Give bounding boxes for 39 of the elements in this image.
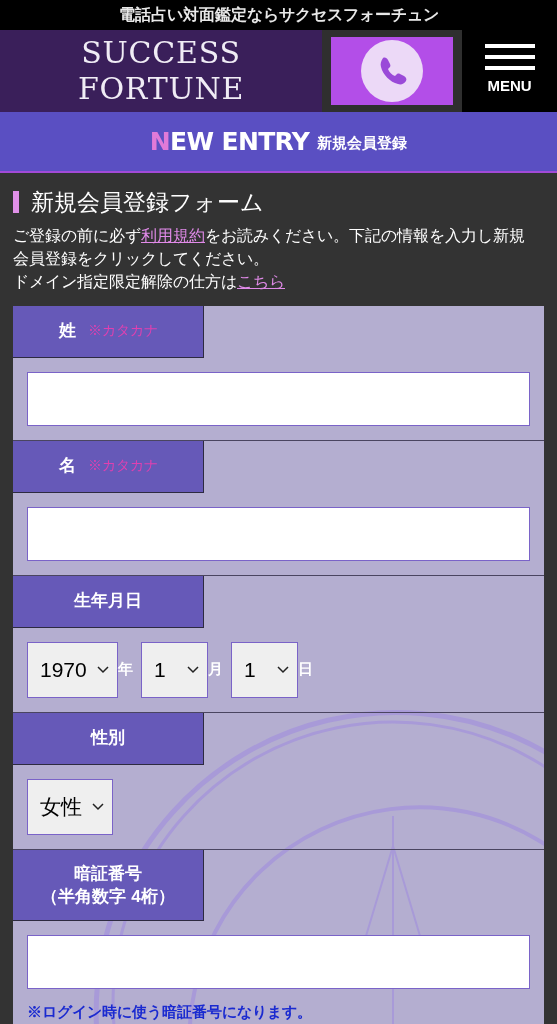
label-text: 性別 [91, 727, 125, 750]
logo-text: FORTUNE [77, 71, 245, 107]
unit-label: 月 [208, 659, 223, 680]
label-text: 名 [58, 455, 76, 478]
input-field[interactable] [27, 506, 530, 561]
dropdown[interactable]: 1970 [27, 641, 118, 698]
input-field[interactable] [27, 371, 530, 426]
unit-label: 日 [298, 659, 313, 680]
katakana-hint: ※カタカナ [87, 456, 158, 476]
title-accent-bar [13, 191, 19, 214]
top-bar: 電話占い対面鑑定ならサクセスフォーチュン [0, 0, 557, 30]
form-title: 新規会員登録フォーム [31, 188, 264, 217]
here-link[interactable]: こちら [237, 272, 285, 290]
banner-subtitle: 新規会員登録 [317, 133, 408, 154]
logo-text: SUCCESS [81, 35, 241, 71]
label-subtext: （半角数字 4桁） [41, 885, 175, 908]
terms-link[interactable]: 利用規約 [141, 226, 205, 244]
menu-button[interactable]: MENU [462, 30, 557, 112]
field-note: ※ログイン時に使う暗証番号になります。 [27, 1002, 313, 1023]
logo[interactable]: SUCCESS FORTUNE [0, 30, 322, 112]
dropdown[interactable]: 1 [141, 641, 208, 698]
label-text: 姓 [58, 320, 76, 343]
domain-text: ドメイン指定限定解除の仕方はこちら [13, 271, 286, 292]
input-field[interactable] [27, 935, 530, 990]
chevron-down-icon [97, 665, 109, 674]
chevron-down-icon [92, 802, 104, 811]
chevron-down-icon [187, 665, 199, 674]
banner-title: NEW ENTRY [149, 125, 310, 158]
chevron-down-icon [277, 665, 289, 674]
intro-text: ご登録の前に必ず利用規約をお読みください。下記の情報を入力し新規会員登録をクリックしてください。 [13, 225, 526, 269]
label-text: 生年月日 [74, 590, 142, 613]
menu-icon [484, 44, 535, 73]
phone-button[interactable] [331, 37, 453, 105]
unit-label: 年 [118, 659, 133, 680]
katakana-hint: ※カタカナ [87, 321, 158, 341]
label-text: 暗証番号 [74, 862, 142, 885]
dropdown[interactable]: 1 [231, 641, 298, 698]
phone-icon [361, 40, 423, 102]
dropdown[interactable]: 女性 [27, 778, 113, 835]
